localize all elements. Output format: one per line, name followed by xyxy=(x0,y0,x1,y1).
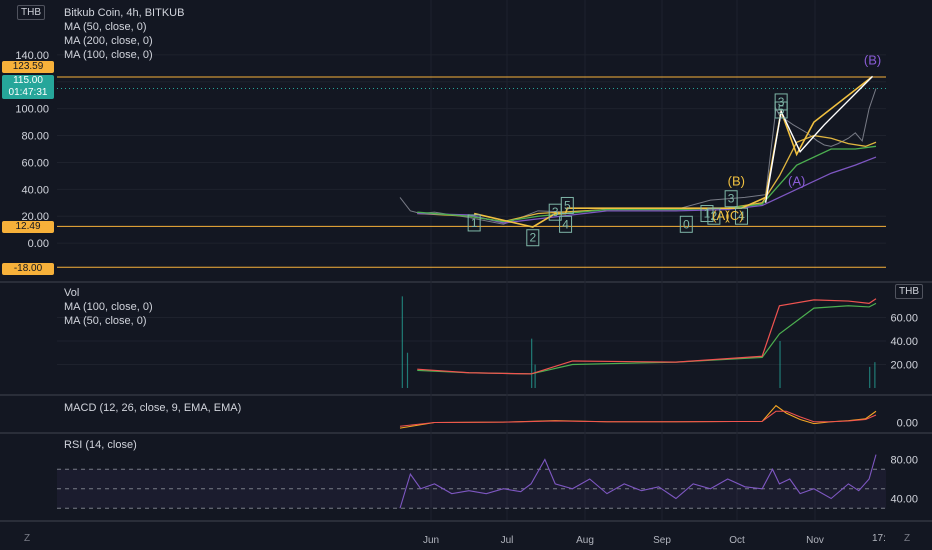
vol-ma100-legend: MA (100, close, 0) xyxy=(64,301,153,313)
wave-label: 3 xyxy=(552,205,559,219)
volume-ma100-line xyxy=(417,302,877,375)
timezone-right-icon[interactable]: Z xyxy=(904,533,910,544)
volume-tick-label: 20.00 xyxy=(890,360,918,372)
timezone-left-icon[interactable]: Z xyxy=(24,533,30,544)
price-tick-label: 0.00 xyxy=(28,238,49,250)
candle-countdown: 01:47:31 xyxy=(8,87,48,98)
wave-label: (A) xyxy=(788,173,805,188)
volume-bar xyxy=(531,338,533,388)
month-tick-label: Aug xyxy=(576,535,594,546)
ma50-legend: MA (50, close, 0) xyxy=(64,21,147,33)
volume-bar xyxy=(534,364,536,388)
volume-bar xyxy=(869,366,871,388)
time-axis-label: 17: xyxy=(872,533,886,544)
price-tick-label: 100.00 xyxy=(15,104,49,116)
current-price-badge: 115.00 01:47:31 xyxy=(2,75,54,99)
volume-currency-badge[interactable]: THB xyxy=(895,284,923,299)
wave-label: 1 xyxy=(471,216,478,230)
wave-label: 2 xyxy=(529,231,536,245)
price-legend: Bitkub Coin, 4h, BITKUB MA (50, close, 0… xyxy=(64,6,184,62)
volume-bar xyxy=(874,362,876,388)
price-tick-label: 60.00 xyxy=(21,157,49,169)
wave-label: 5 xyxy=(564,198,571,212)
currency-badge[interactable]: THB xyxy=(17,5,45,20)
rsi-tick-label: 80.00 xyxy=(890,455,918,467)
wave-label: 0 xyxy=(683,217,690,231)
volume-tick-label: 60.00 xyxy=(890,313,918,325)
price-tick-label: 80.00 xyxy=(21,131,49,143)
ma100-legend: MA (100, close, 0) xyxy=(64,49,153,61)
volume-tick-label: 40.00 xyxy=(890,336,918,348)
lower-level-badge: 12.49 xyxy=(2,221,54,233)
bottom-level-badge: -18.00 xyxy=(2,263,54,275)
macd-legend: MACD (12, 26, close, 9, EMA, EMA) xyxy=(64,402,242,414)
macd-tick-label: 0.00 xyxy=(897,418,918,430)
current-price-value: 115.00 xyxy=(13,75,43,86)
upper-level-badge: 123.59 xyxy=(2,61,54,73)
ma200-legend: MA (200, close, 0) xyxy=(64,35,153,47)
month-tick-label: Nov xyxy=(806,535,824,546)
wave-label: (B) xyxy=(864,52,881,67)
month-tick-label: Jul xyxy=(501,535,514,546)
ma200-series-line xyxy=(417,156,877,224)
chart-title: Bitkub Coin, 4h, BITKUB xyxy=(64,7,185,19)
chart-canvas[interactable]: Jun Jul Aug Sep Oct Nov0.0020.0040.0060.0080.… xyxy=(0,0,932,550)
macd-line xyxy=(399,404,877,429)
wave-label: (C) xyxy=(726,208,744,223)
wave-label: 3 xyxy=(728,192,735,206)
wave-label: 4 xyxy=(562,217,569,231)
volume-legend: Vol MA (100, close, 0) MA (50, close, 0) xyxy=(64,286,153,328)
elliott-wave-line xyxy=(473,75,874,228)
price-tick-label: 40.00 xyxy=(21,184,49,196)
volume-bar xyxy=(406,352,409,388)
rsi-tick-label: 40.00 xyxy=(890,494,918,506)
wave-label: 3 xyxy=(778,95,785,109)
rsi-legend: RSI (14, close) xyxy=(64,439,137,451)
macd-signal-line xyxy=(399,410,877,427)
volume-title: Vol xyxy=(64,287,80,299)
vol-ma50-legend: MA (50, close, 0) xyxy=(64,315,147,327)
month-tick-label: Oct xyxy=(729,535,745,546)
wave-label: (B) xyxy=(728,173,745,188)
volume-bar xyxy=(779,341,781,388)
month-tick-label: Jun xyxy=(423,535,439,546)
month-tick-label: Sep xyxy=(653,535,671,546)
volume-bar xyxy=(401,296,403,388)
